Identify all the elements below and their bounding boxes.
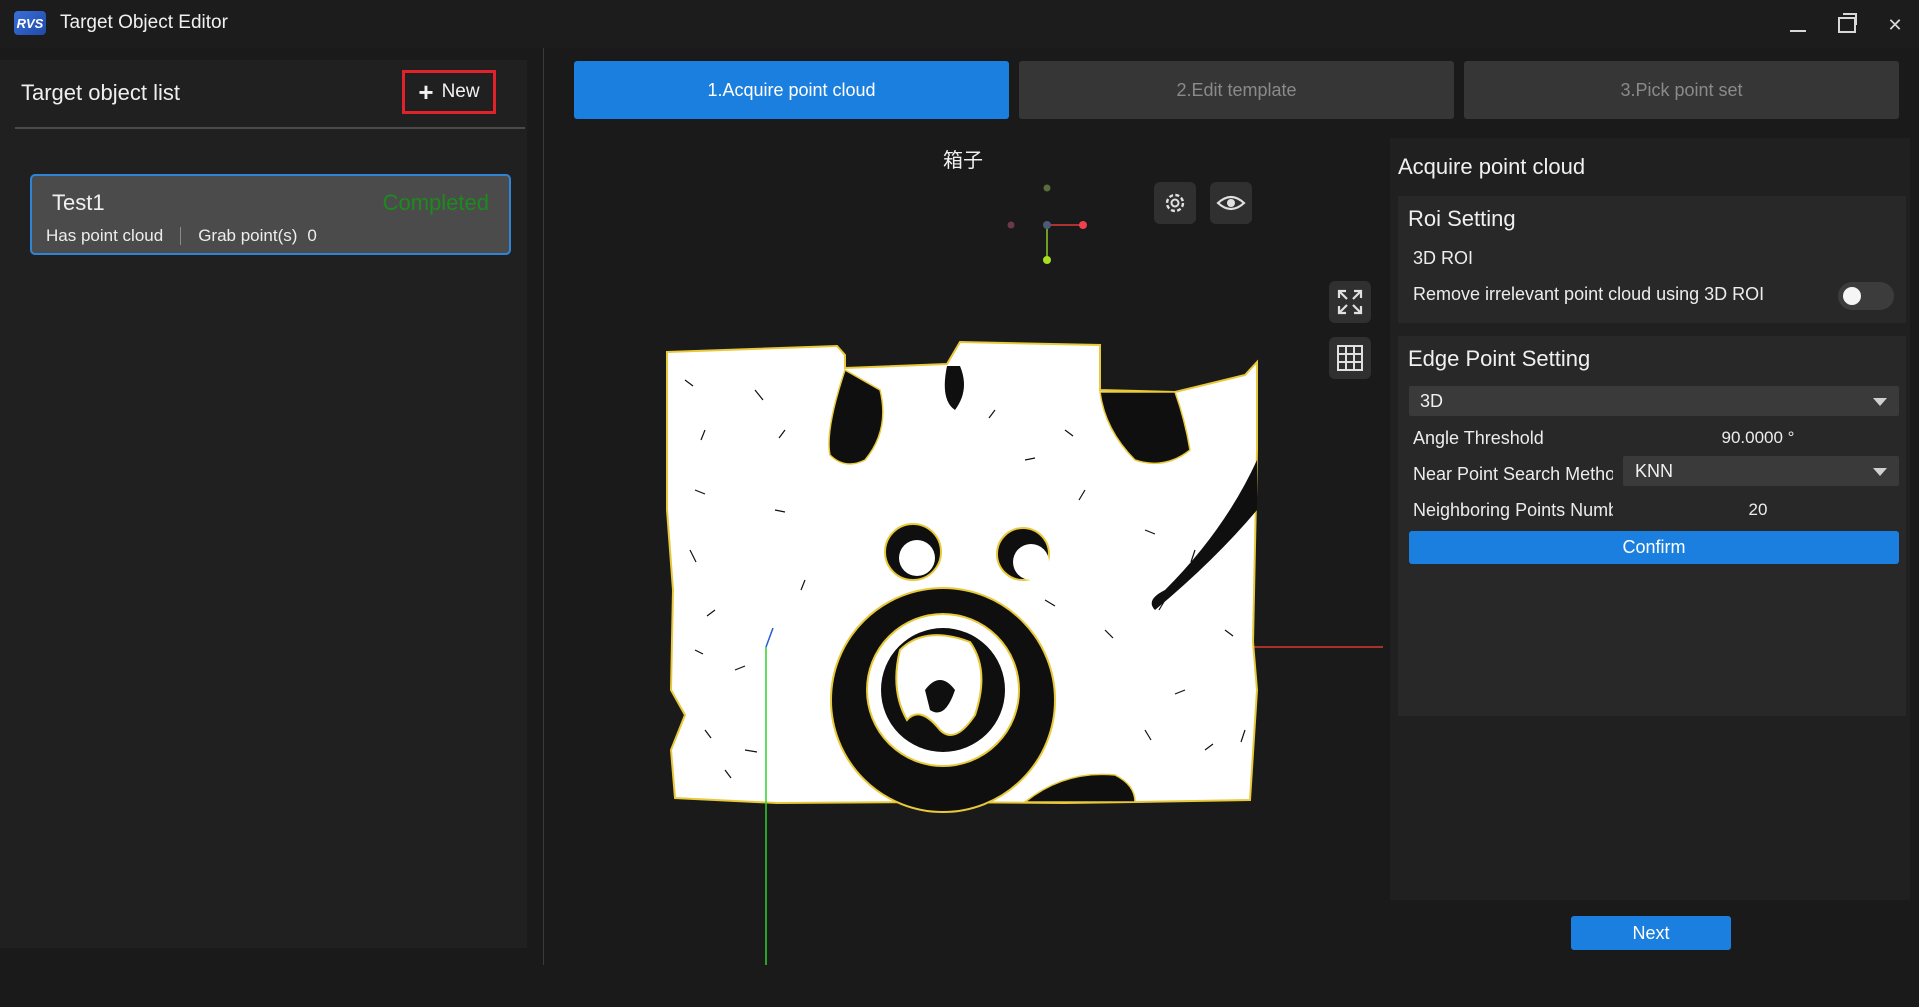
cloud-hole-right-inner: [1013, 544, 1049, 580]
axis-gizmo: [1007, 184, 1087, 264]
restore-icon: [1838, 13, 1857, 33]
separator: [180, 227, 182, 245]
title-bar: RVS Target Object Editor ✕: [0, 0, 1919, 48]
near-point-method-value: KNN: [1635, 461, 1674, 481]
edge-point-section: Edge Point Setting 3D Angle Threshold 90…: [1398, 336, 1906, 716]
settings-panel: Acquire point cloud Roi Setting 3D ROI R…: [1390, 138, 1910, 900]
roi-setting-section: Roi Setting 3D ROI Remove irrelevant poi…: [1398, 196, 1906, 323]
panel-title: Target object list: [21, 80, 180, 105]
close-button[interactable]: ✕: [1877, 10, 1913, 40]
app-logo: RVS: [14, 11, 46, 35]
minimize-button[interactable]: [1780, 10, 1816, 40]
chevron-down-icon: [1873, 468, 1887, 476]
toggle-knob: [1843, 287, 1861, 305]
divider: [15, 127, 525, 129]
new-target-button[interactable]: + New: [402, 70, 496, 114]
tab-pick-point-set[interactable]: 3.Pick point set: [1464, 61, 1899, 119]
panel-heading: Acquire point cloud: [1398, 154, 1586, 179]
edge-mode-value: 3D: [1420, 391, 1444, 411]
near-point-method-label: Near Point Search Method: [1413, 464, 1613, 484]
grid-toggle-button[interactable]: [1329, 337, 1371, 379]
tab-edit-template[interactable]: 2.Edit template: [1019, 61, 1454, 119]
visibility-button[interactable]: [1210, 182, 1252, 224]
roi-toggle-label: Remove irrelevant point cloud using 3D R…: [1413, 284, 1765, 304]
cloud-hole-left-inner: [899, 540, 935, 576]
panel-separator: [543, 48, 544, 965]
neighboring-points-input[interactable]: 20: [1623, 500, 1893, 520]
point-cloud-canvas: [666, 184, 1383, 965]
fit-view-button[interactable]: [1329, 281, 1371, 323]
status-badge: Completed: [382, 190, 489, 215]
next-button[interactable]: Next: [1571, 916, 1731, 950]
edge-mode-select[interactable]: 3D: [1409, 386, 1899, 416]
plus-icon: +: [418, 77, 434, 107]
expand-icon: [1337, 289, 1363, 315]
neighboring-points-label: Neighboring Points Number: [1413, 500, 1613, 520]
restore-button[interactable]: [1829, 10, 1865, 40]
tab-acquire-point-cloud[interactable]: 1.Acquire point cloud: [574, 61, 1009, 119]
target-list-item[interactable]: Test1 Completed Has point cloud Grab poi…: [30, 174, 511, 255]
window-title: Target Object Editor: [60, 12, 228, 33]
chevron-down-icon: [1873, 398, 1887, 406]
grab-points-label: Grab point(s): [198, 226, 298, 245]
angle-threshold-input[interactable]: 90.0000 °: [1623, 428, 1893, 448]
section-title: Edge Point Setting: [1408, 346, 1591, 371]
section-title: Roi Setting: [1408, 206, 1516, 231]
roi-toggle[interactable]: [1838, 282, 1894, 310]
viewer-label: 箱子: [943, 150, 983, 172]
new-button-label: New: [441, 81, 480, 102]
roi-label: 3D ROI: [1413, 248, 1474, 268]
angle-threshold-label: Angle Threshold: [1413, 428, 1544, 448]
grab-points-count: 0: [307, 226, 317, 245]
gear-icon: [1165, 193, 1185, 213]
confirm-button[interactable]: Confirm: [1409, 531, 1899, 564]
target-name: Test1: [52, 190, 105, 215]
grid-icon: [1337, 345, 1363, 371]
target-object-panel: Target object list + New Test1 Completed…: [0, 60, 527, 948]
point-cloud-status: Has point cloud: [46, 226, 164, 245]
minimize-icon: [1790, 30, 1806, 32]
near-point-method-select[interactable]: KNN: [1623, 456, 1899, 486]
eye-icon: [1216, 195, 1246, 211]
viewer-settings-button[interactable]: [1154, 182, 1196, 224]
target-info: Has point cloud Grab point(s) 0: [46, 226, 317, 246]
point-cloud-viewer[interactable]: 箱子: [545, 130, 1383, 965]
close-icon: ✕: [1887, 14, 1903, 35]
